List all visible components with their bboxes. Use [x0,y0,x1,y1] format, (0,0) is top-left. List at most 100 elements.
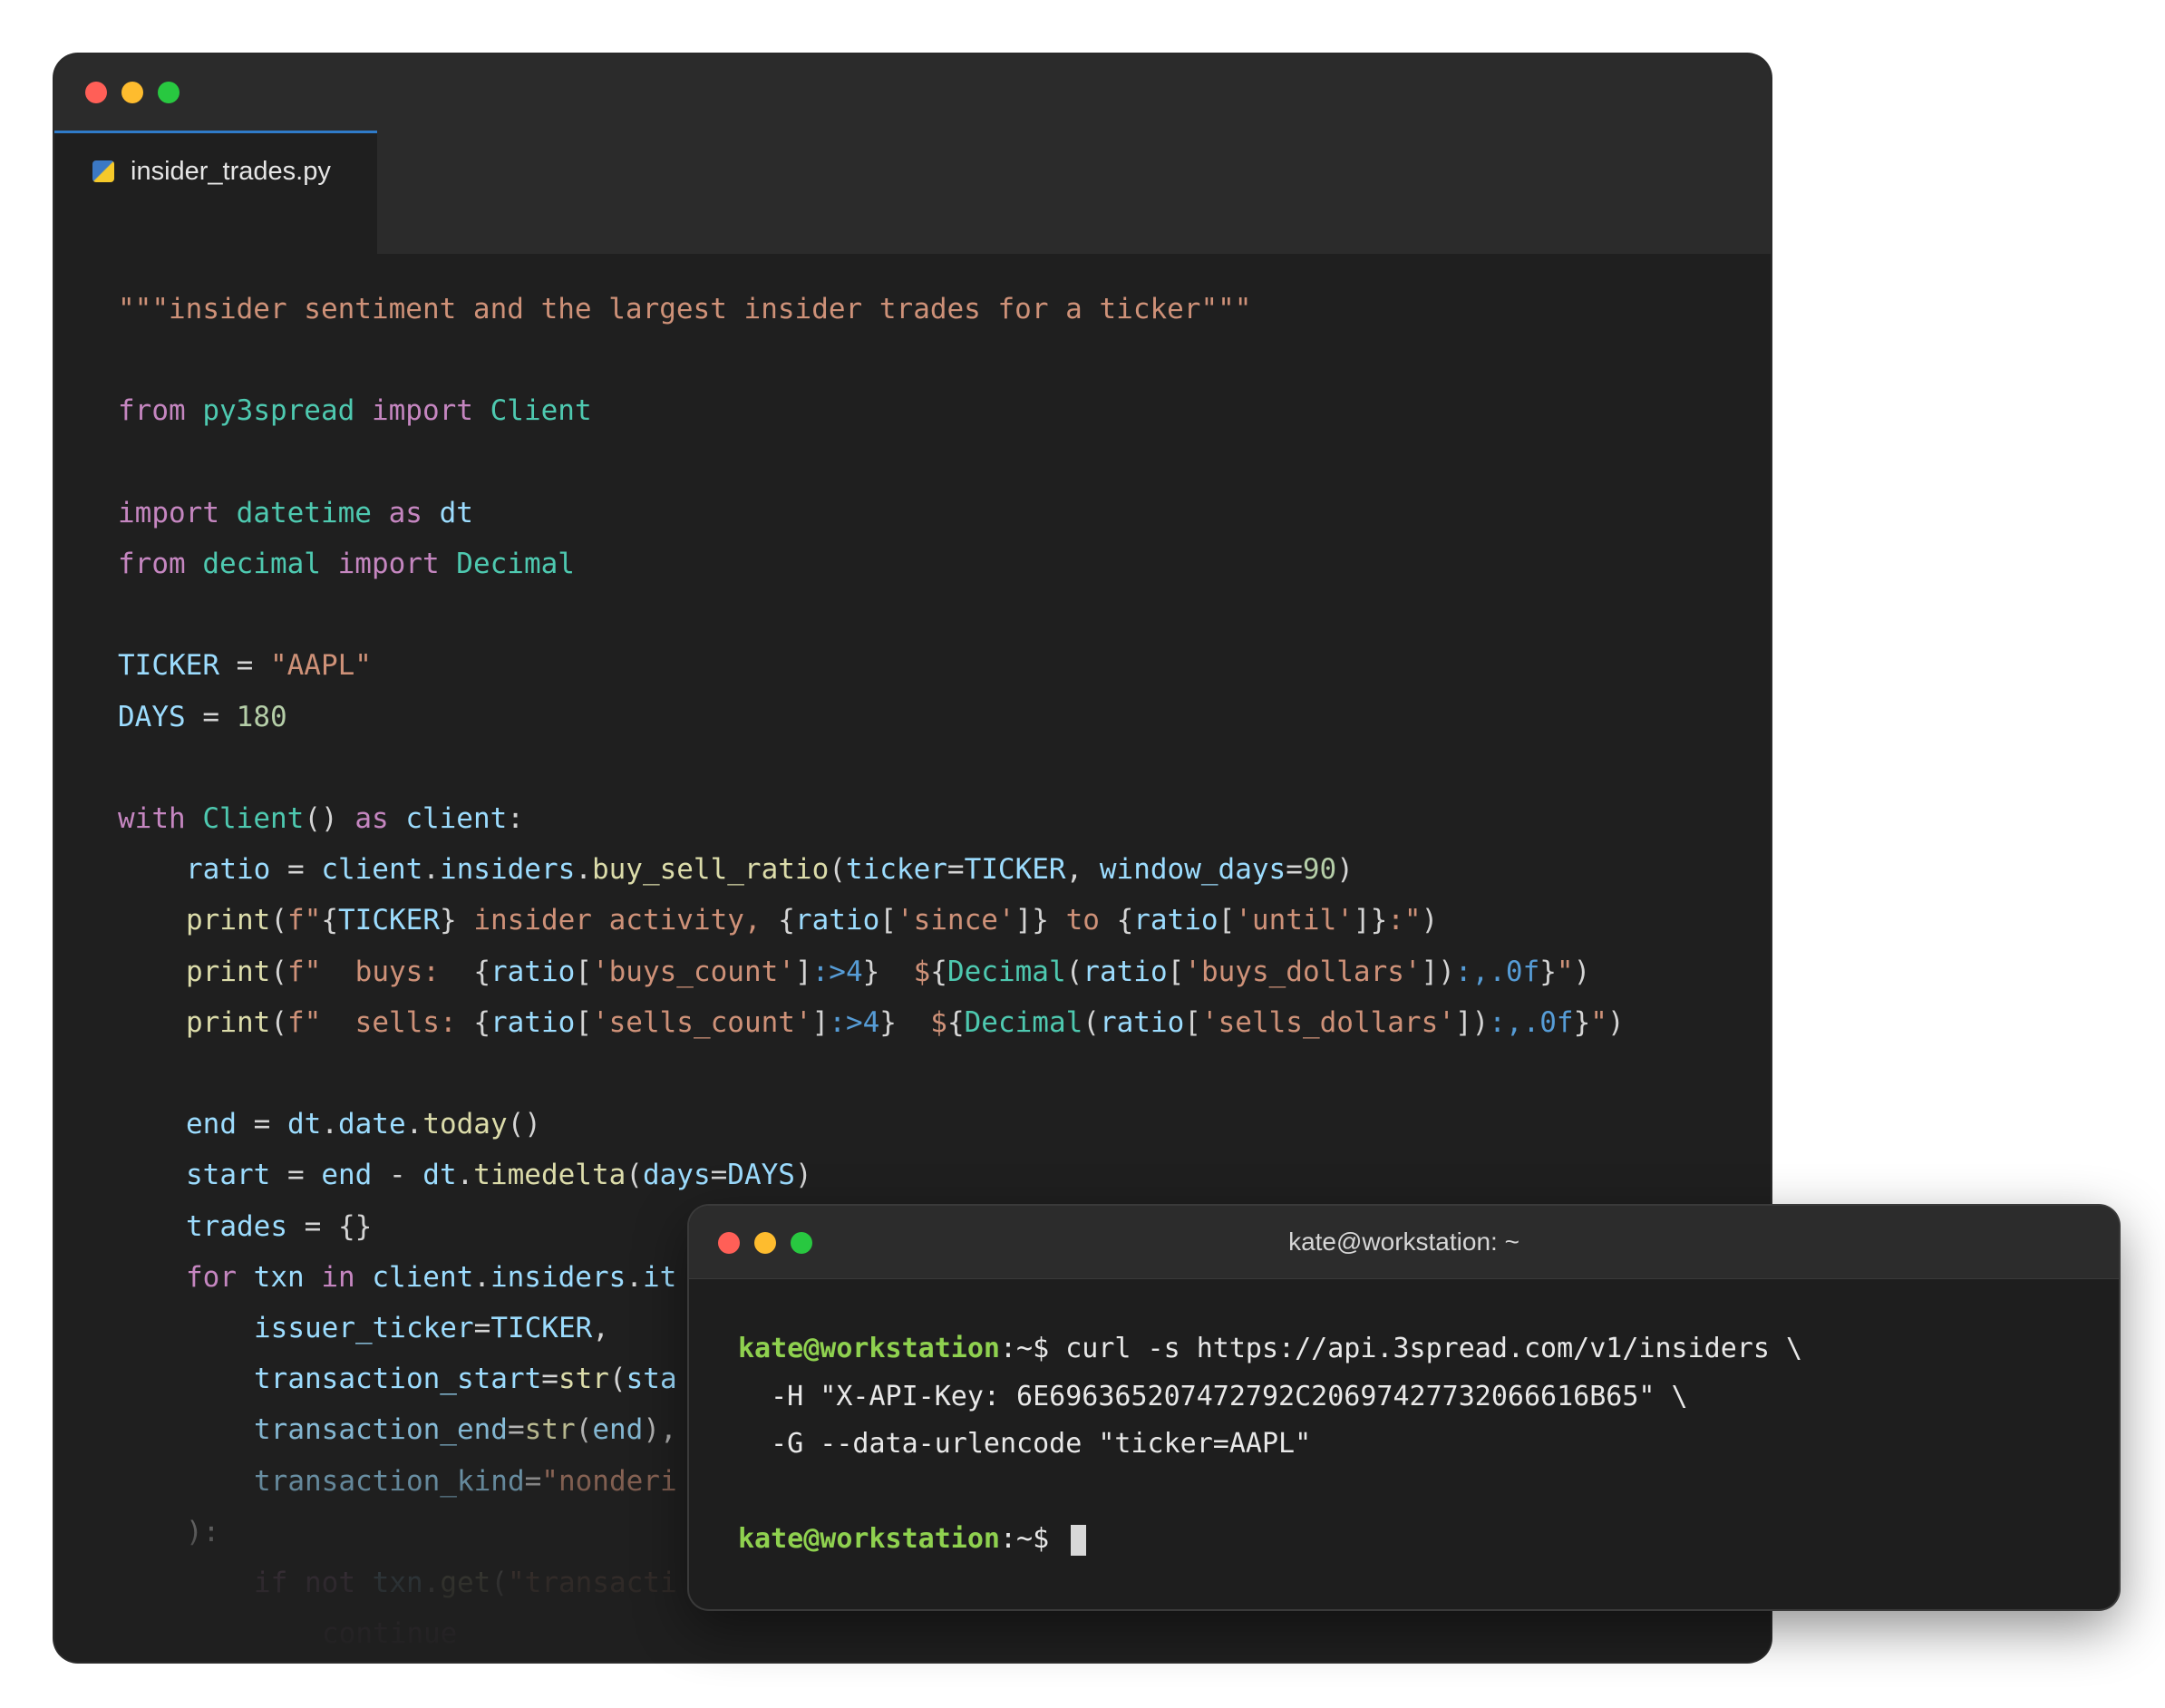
terminal-title: kate@workstation: ~ [1288,1228,1519,1256]
code-token: timedelta [473,1159,626,1192]
code-token: 'sells_count' [591,1005,812,1039]
code-token: ratio [794,904,880,937]
code-token: : [507,802,524,835]
code-token: = [473,1312,491,1344]
code-token: trades [186,1209,305,1243]
code-token: 'until' [1235,904,1354,937]
code-line: if not txn.get("transacti [254,1560,677,1606]
code-token: import [337,548,457,580]
code-token: ] [794,955,812,988]
code-token: . [422,853,440,887]
terminal-line: kate@workstation:~$ [738,1516,1087,1563]
zoom-window-button[interactable] [158,82,180,103]
code-token: . [473,1260,490,1294]
terminal-cursor [1071,1524,1087,1556]
code-token: DAYS [118,700,203,733]
code-token: TICKER [118,649,237,683]
code-token: - [388,1159,423,1192]
code-token: insiders [490,1260,626,1294]
code-token: 180 [236,700,287,733]
code-token: } [862,955,880,988]
code-token: dt [439,496,473,529]
code-token: f" sells: [287,1005,474,1039]
code-token: """insider sentiment and the largest ins… [118,293,1252,325]
code-token: ) [1336,853,1354,887]
code-token: . [456,1159,474,1192]
code-token: $ [879,955,931,988]
code-token: ( [626,1159,643,1192]
code-token: = [202,700,237,733]
tab-insider-trades[interactable]: insider_trades.py [54,131,377,254]
code-token: " [1590,1005,1607,1039]
code-token: ( [270,1005,287,1039]
code-token: = [507,1413,525,1447]
prompt-user: kate@workstation [738,1523,1000,1555]
code-token: Decimal [964,1005,1083,1039]
code-token: } [1573,1005,1591,1039]
code-token: ]} [1353,904,1388,937]
code-token: = [236,649,270,683]
code-token: ) [1607,1005,1625,1039]
code-token: ( [490,1567,508,1599]
code-token: from [118,394,203,428]
code-token: [ [575,1005,592,1039]
code-line: print(f" buys: {ratio['buys_count']:>4} … [186,949,1590,995]
code-token: { [321,904,338,937]
code-token: Decimal [456,548,575,580]
code-token: txn [253,1260,322,1294]
code-token: ( [829,853,846,887]
code-token: today [422,1108,508,1141]
code-token: ratio [1099,1005,1185,1039]
editor-titlebar [54,54,1771,131]
code-token: 90 [1302,853,1337,887]
code-token: datetime [236,496,389,529]
command-text: curl -s https://api.3spread.com/v1/insid… [1065,1333,1803,1364]
code-line: start = end - dt.timedelta(days=DAYS) [186,1152,812,1198]
code-token: = [947,853,965,887]
code-line: end = dt.date.today() [186,1101,541,1147]
code-token: ( [1065,955,1083,988]
code-token: as [354,802,406,835]
code-line: for txn in client.insiders.it [186,1255,676,1300]
code-token: . [405,1108,423,1141]
code-token: :" [1387,904,1422,937]
code-token: print [186,904,271,937]
code-token: :,.0f [1489,1005,1574,1039]
code-token: ticker [845,853,947,887]
code-token: ratio [186,853,287,887]
code-token: client [405,802,508,835]
code-token: 'buys_dollars' [1184,955,1422,988]
code-token: :>4 [811,955,863,988]
code-token: { [1116,904,1134,937]
code-token: decimal [202,548,338,580]
code-token: { [473,955,490,988]
code-line: ): [186,1509,219,1555]
terminal-line: -G --data-urlencode "ticker=AAPL" [738,1421,1311,1468]
code-token: end [592,1413,644,1447]
code-token: sta [626,1363,677,1396]
code-token: . [575,853,592,887]
code-token: print [186,955,271,988]
code-token: = [541,1363,558,1396]
code-line: print(f" sells: {ratio['sells_count']:>4… [186,1000,1625,1045]
code-token: end [186,1108,254,1141]
terminal-output[interactable]: kate@workstation:~$ curl -s https://api.… [738,1278,2119,1609]
code-line: """insider sentiment and the largest ins… [118,286,1251,332]
code-token: [ [1167,955,1185,988]
code-token: in [321,1260,373,1294]
minimize-window-button[interactable] [121,82,143,103]
code-token: str [524,1413,576,1447]
close-window-button[interactable] [85,82,107,103]
code-token: issuer_ticker [254,1312,474,1344]
code-token: ( [270,955,287,988]
code-token: ratio [490,955,576,988]
code-token: = [253,1108,287,1141]
code-token: client [321,853,423,887]
code-token: it [642,1260,677,1294]
code-token: not [305,1567,373,1599]
code-token: } [439,904,457,937]
code-token: ( [608,1363,626,1396]
code-token: Decimal [947,955,1066,988]
code-token: print [186,1005,271,1039]
code-token: $ [896,1005,947,1039]
